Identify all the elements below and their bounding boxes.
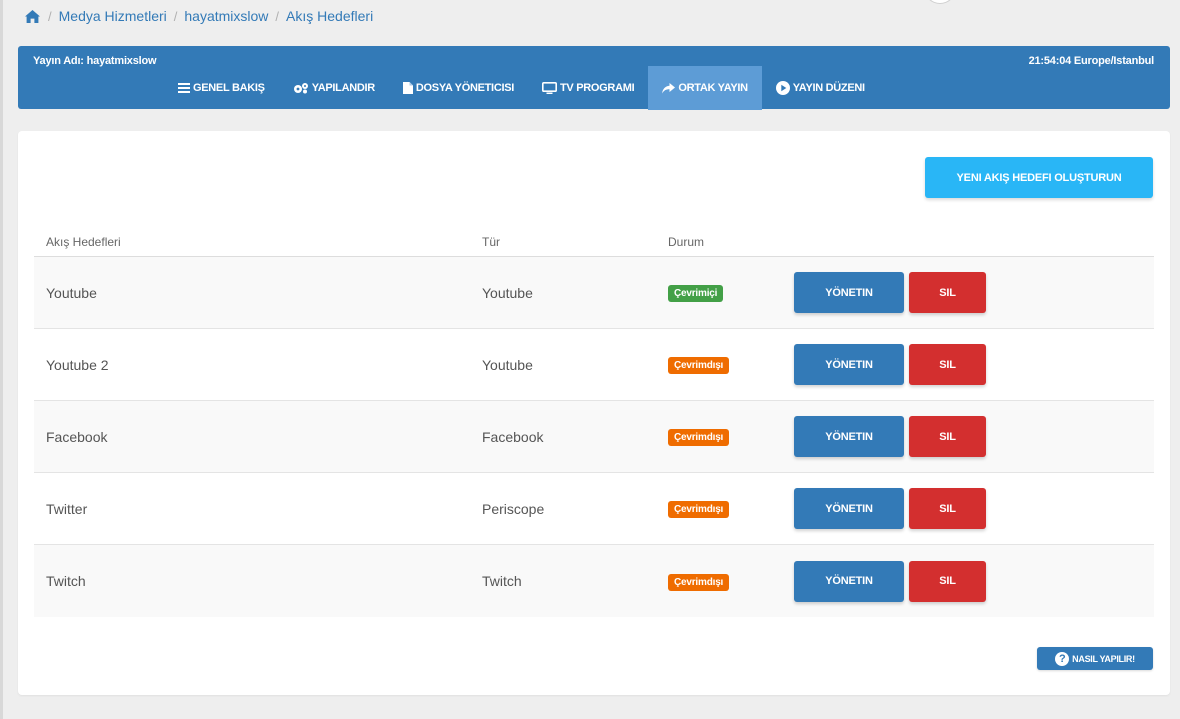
tab-file-manager[interactable]: DOSYA YÖNETICISI <box>389 66 528 110</box>
delete-button[interactable]: SIL <box>909 488 986 529</box>
table-row: Youtube 2 Youtube Çevrimdışı YÖNETIN SIL <box>34 329 1154 401</box>
stream-targets-table: Akış Hedefleri Tür Durum Youtube Youtube… <box>34 227 1154 617</box>
create-target-button[interactable]: YENI AKIŞ HEDEFI OLUŞTURUN <box>925 157 1153 198</box>
breadcrumb-media-services[interactable]: Medya Hizmetleri <box>59 8 167 24</box>
target-name: Facebook <box>46 428 108 445</box>
target-type: Youtube <box>482 356 533 373</box>
header-name: Akış Hedefleri <box>46 234 121 249</box>
header-type: Tür <box>482 234 500 249</box>
breadcrumb-separator: / <box>275 8 280 24</box>
row-actions: YÖNETIN SIL <box>794 416 986 457</box>
list-icon <box>178 83 190 93</box>
tab-restream[interactable]: ORTAK YAYIN <box>648 66 762 110</box>
stream-name: Yayın Adı: hayatmixslow <box>33 55 157 67</box>
tab-tv-program-label: TV PROGRAMI <box>560 82 635 94</box>
delete-button[interactable]: SIL <box>909 344 986 385</box>
target-type: Twitch <box>482 573 522 589</box>
manage-button[interactable]: YÖNETIN <box>794 344 904 385</box>
question-circle-icon: ? <box>1055 651 1070 666</box>
status-badge: Çevrimdışı <box>668 501 730 518</box>
status-cell: Çevrimdışı <box>668 427 730 446</box>
tab-tv-program[interactable]: TV PROGRAMI <box>528 66 648 110</box>
row-actions: YÖNETIN SIL <box>794 272 986 313</box>
server-clock: 21:54:04 Europe/Istanbul <box>1028 55 1155 67</box>
tab-playout[interactable]: YAYIN DÜZENI <box>762 66 879 110</box>
manage-button[interactable]: YÖNETIN <box>794 416 904 457</box>
how-to-button[interactable]: ? NASIL YAPILIR! <box>1037 647 1153 670</box>
delete-button[interactable]: SIL <box>909 416 986 457</box>
home-icon[interactable] <box>24 9 41 24</box>
tab-overview[interactable]: GENEL BAKIŞ <box>164 66 279 110</box>
status-badge: Çevrimdışı <box>668 429 730 446</box>
target-type: Periscope <box>482 500 545 517</box>
delete-button[interactable]: SIL <box>909 560 986 602</box>
manage-button[interactable]: YÖNETIN <box>794 272 904 313</box>
status-cell: Çevrimiçi <box>668 283 724 302</box>
breadcrumb-current: Akış Hedefleri <box>286 8 374 24</box>
user-avatar[interactable] <box>924 0 956 4</box>
row-actions: YÖNETIN SIL <box>794 488 986 529</box>
target-type: Youtube <box>482 284 533 301</box>
table-row: Youtube Youtube Çevrimiçi YÖNETIN SIL <box>34 257 1154 329</box>
stream-nav: GENEL BAKIŞ YAPILANDIR DOSYA YÖNETICISI … <box>164 66 879 110</box>
breadcrumb-separator: / <box>48 8 52 24</box>
table-row: Twitter Periscope Çevrimdışı YÖNETIN SIL <box>34 473 1154 545</box>
table-body: Youtube Youtube Çevrimiçi YÖNETIN SIL Yo… <box>34 257 1154 617</box>
breadcrumb-separator: / <box>173 8 178 24</box>
breadcrumb: / Medya Hizmetleri / hayatmixslow / Akış… <box>24 6 373 26</box>
status-cell: Çevrimdışı <box>668 499 730 518</box>
tab-restream-label: ORTAK YAYIN <box>678 82 748 94</box>
target-name: Twitch <box>46 573 86 589</box>
table-row: Facebook Facebook Çevrimdışı YÖNETIN SIL <box>34 401 1154 473</box>
tab-playout-label: YAYIN DÜZENI <box>792 82 865 94</box>
header-status: Durum <box>668 234 705 249</box>
window-edge <box>0 0 3 719</box>
play-circle-icon <box>775 81 790 95</box>
row-actions: YÖNETIN SIL <box>794 344 986 385</box>
stream-header: Yayın Adı: hayatmixslow 21:54:04 Europe/… <box>18 46 1170 110</box>
target-type: Facebook <box>482 428 544 445</box>
tab-file-manager-label: DOSYA YÖNETICISI <box>415 82 515 94</box>
status-badge: Çevrimdışı <box>668 357 730 374</box>
target-name: Youtube 2 <box>46 356 109 373</box>
status-cell: Çevrimdışı <box>668 572 730 591</box>
table-row: Twitch Twitch Çevrimdışı YÖNETIN SIL <box>34 545 1154 617</box>
share-arrow-icon <box>662 82 676 94</box>
file-icon <box>402 82 413 94</box>
tab-configure-label: YAPILANDIR <box>311 82 376 94</box>
monitor-icon <box>542 82 558 94</box>
stream-targets-panel: YENI AKIŞ HEDEFI OLUŞTURUN Akış Hedefler… <box>18 131 1170 695</box>
status-badge: Çevrimiçi <box>668 285 724 302</box>
target-name: Youtube <box>46 284 97 301</box>
breadcrumb-stream[interactable]: hayatmixslow <box>184 8 268 24</box>
delete-button[interactable]: SIL <box>909 272 986 313</box>
row-actions: YÖNETIN SIL <box>794 560 986 602</box>
tab-overview-label: GENEL BAKIŞ <box>193 82 265 94</box>
table-header: Akış Hedefleri Tür Durum <box>34 227 1154 257</box>
manage-button[interactable]: YÖNETIN <box>794 560 904 602</box>
tab-configure[interactable]: YAPILANDIR <box>279 66 389 110</box>
target-name: Twitter <box>46 500 88 517</box>
how-to-label: NASIL YAPILIR! <box>1072 653 1135 664</box>
status-cell: Çevrimdışı <box>668 355 730 374</box>
manage-button[interactable]: YÖNETIN <box>794 488 904 529</box>
status-badge: Çevrimdışı <box>668 573 730 591</box>
gears-icon <box>293 82 309 94</box>
